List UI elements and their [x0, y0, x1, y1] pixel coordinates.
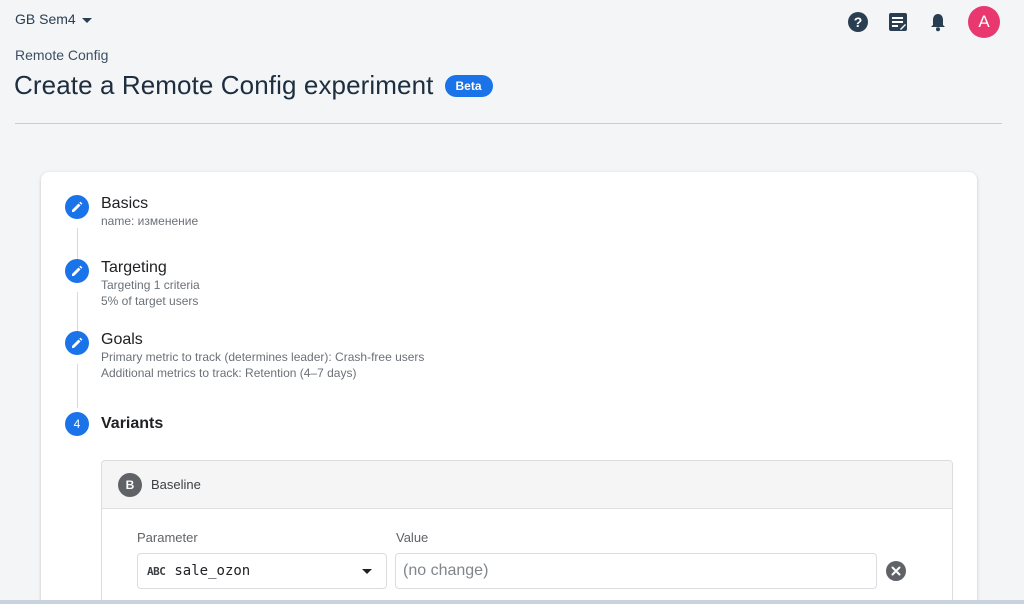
step-detail: Targeting 1 criteria	[101, 278, 200, 292]
dropdown-arrow-icon	[362, 569, 372, 574]
string-type-icon: ABC	[147, 564, 166, 578]
caret-down-icon	[81, 17, 92, 23]
variant-baseline: B Baseline Parameter Value ABC sale_ozon…	[101, 460, 953, 604]
pencil-icon	[65, 259, 89, 283]
parameter-value: sale_ozon	[174, 563, 251, 579]
parameter-label: Parameter	[137, 530, 198, 545]
breadcrumb[interactable]: Remote Config	[15, 47, 108, 63]
step-detail: Additional metrics to track: Retention (…	[101, 366, 357, 380]
step-number: 4	[65, 412, 89, 436]
step-targeting[interactable]: Targeting Targeting 1 criteria 5% of tar…	[65, 259, 200, 309]
beta-badge: Beta	[444, 74, 493, 97]
step-basics[interactable]: Basics name: изменение	[65, 195, 198, 229]
step-detail: Primary metric to track (determines lead…	[101, 350, 425, 364]
notifications-icon[interactable]	[928, 12, 948, 32]
svg-text:?: ?	[854, 14, 863, 30]
step-title: Variants	[101, 415, 164, 432]
variant-header: B Baseline	[102, 461, 952, 509]
value-placeholder: (no change)	[403, 562, 489, 579]
step-title: Targeting	[101, 259, 167, 276]
step-goals[interactable]: Goals Primary metric to track (determine…	[65, 331, 424, 381]
project-name: GB Sem4	[15, 11, 76, 27]
release-notes-icon[interactable]	[888, 12, 908, 32]
variant-name: Baseline	[151, 477, 201, 492]
pencil-icon	[65, 195, 89, 219]
step-title: Goals	[101, 331, 143, 348]
experiment-stepper-card: Basics name: изменение Targeting Targeti…	[41, 172, 977, 604]
step-detail: 5% of target users	[101, 294, 199, 308]
top-toolbar: ? A	[848, 6, 1000, 38]
header-divider	[15, 123, 1002, 124]
parameter-select[interactable]: ABC sale_ozon	[137, 553, 387, 589]
step-title: Basics	[101, 195, 149, 212]
variant-badge: B	[118, 472, 142, 497]
bottom-scroll-edge	[0, 600, 1024, 604]
project-selector[interactable]: GB Sem4	[15, 11, 92, 27]
avatar[interactable]: A	[968, 6, 1000, 38]
help-icon[interactable]: ?	[848, 12, 868, 32]
page-title: Create a Remote Config experiment	[14, 70, 434, 100]
value-label: Value	[396, 530, 429, 545]
pencil-icon	[65, 331, 89, 355]
value-input[interactable]: (no change)	[395, 553, 877, 589]
clear-icon[interactable]	[886, 561, 906, 581]
step-detail: name: изменение	[101, 214, 199, 228]
step-variants: 4 Variants	[65, 412, 163, 436]
